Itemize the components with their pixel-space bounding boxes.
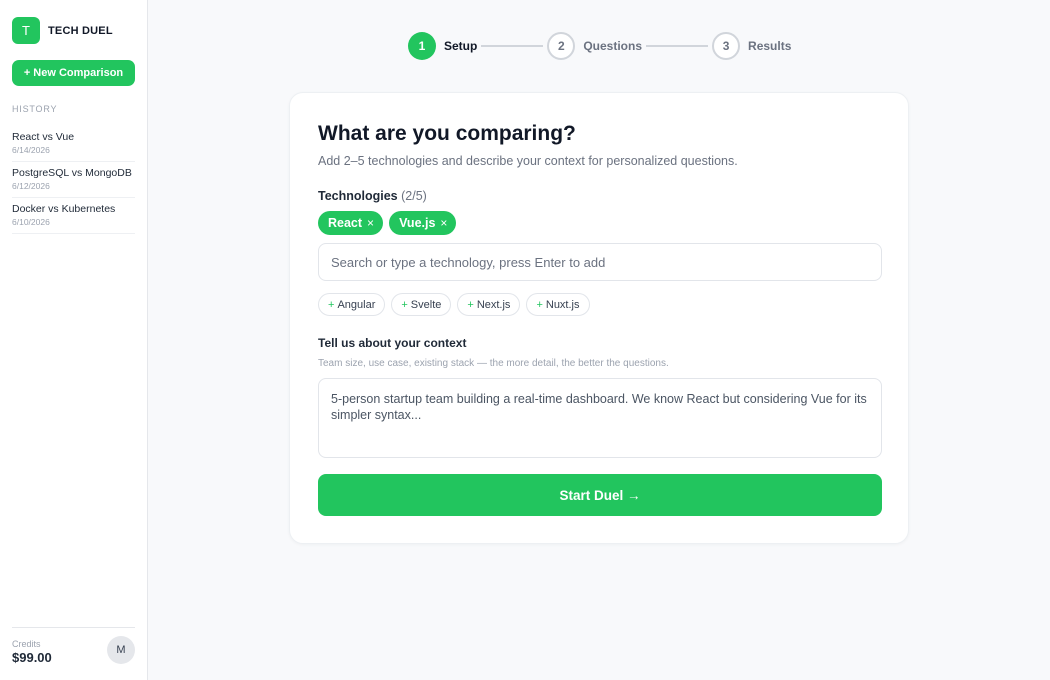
- suggestion-chip[interactable]: + Nuxt.js: [526, 293, 590, 316]
- step-label: Setup: [444, 39, 478, 53]
- technologies-label: Technologies (2/5): [318, 189, 427, 203]
- suggestion-chip[interactable]: + Next.js: [457, 293, 521, 316]
- history-item-date: 6/10/2026: [12, 217, 50, 227]
- start-duel-button[interactable]: Start Duel →: [318, 474, 882, 516]
- step-connector: [646, 45, 709, 47]
- suggestion-chip[interactable]: + Svelte: [391, 293, 452, 316]
- technology-search-input[interactable]: [318, 243, 882, 281]
- history-item-date: 6/12/2026: [12, 181, 50, 191]
- plus-icon: +: [401, 298, 408, 311]
- logo-icon: T: [12, 17, 40, 44]
- history-item-title: PostgreSQL vs MongoDB: [12, 167, 132, 179]
- tech-chip-label: React: [328, 216, 363, 230]
- suggestion-chip[interactable]: + Angular: [318, 293, 386, 316]
- close-icon[interactable]: ×: [367, 216, 374, 230]
- page-subtitle: Add 2–5 technologies and describe your c…: [318, 154, 738, 168]
- step-number: 2: [547, 32, 576, 60]
- avatar[interactable]: M: [107, 636, 135, 664]
- stepper: 1 Setup 2 Questions 3 Results: [408, 32, 791, 60]
- history-item-title: React vs Vue: [12, 131, 75, 143]
- suggestion-label: Svelte: [410, 298, 442, 311]
- new-comparison-button[interactable]: + New Comparison: [12, 60, 135, 86]
- step-number: 3: [712, 32, 741, 60]
- technologies-label-text: Technologies: [318, 189, 398, 203]
- context-help-text: Team size, use case, existing stack — th…: [318, 358, 669, 369]
- step-connector: [481, 45, 544, 47]
- app-name: TECH DUEL: [48, 24, 113, 37]
- context-label: Tell us about your context: [318, 336, 467, 350]
- plus-icon: +: [536, 298, 543, 311]
- sidebar-footer: Credits $99.00 M: [12, 627, 135, 680]
- context-textarea[interactable]: [318, 378, 882, 458]
- selected-technologies: React × Vue.js ×: [318, 211, 462, 235]
- history-item-date: 6/14/2026: [12, 145, 50, 155]
- plus-icon: +: [328, 298, 335, 311]
- history-list: React vs Vue 6/14/2026 PostgreSQL vs Mon…: [12, 126, 135, 234]
- step-number: 1: [408, 32, 436, 60]
- suggestions: + Angular + Svelte + Next.js + Nuxt.js: [318, 293, 596, 316]
- tech-chip: React ×: [318, 211, 384, 235]
- history-item[interactable]: PostgreSQL vs MongoDB 6/12/2026: [12, 162, 135, 198]
- step-label: Results: [748, 39, 792, 53]
- credits-value: $99.00: [12, 650, 52, 665]
- step-label: Questions: [583, 39, 643, 53]
- history-item-title: Docker vs Kubernetes: [12, 203, 116, 215]
- suggestion-label: Angular: [337, 298, 376, 311]
- step-results: 3 Results: [712, 32, 791, 60]
- history-heading: HISTORY: [12, 104, 58, 114]
- history-item[interactable]: Docker vs Kubernetes 6/10/2026: [12, 198, 135, 234]
- history-item[interactable]: React vs Vue 6/14/2026: [12, 126, 135, 162]
- brand[interactable]: T TECH DUEL: [12, 17, 113, 44]
- credits-label: Credits: [12, 639, 41, 649]
- tech-chip-label: Vue.js: [399, 216, 436, 230]
- step-questions: 2 Questions: [547, 32, 642, 60]
- technologies-count: (2/5): [401, 189, 427, 203]
- sidebar: T TECH DUEL + New Comparison HISTORY Rea…: [0, 0, 148, 680]
- setup-card: What are you comparing? Add 2–5 technolo…: [289, 92, 909, 544]
- suggestion-label: Next.js: [476, 298, 511, 311]
- plus-icon: +: [467, 298, 474, 311]
- suggestion-label: Nuxt.js: [545, 298, 580, 311]
- page-title: What are you comparing?: [318, 122, 576, 145]
- close-icon[interactable]: ×: [440, 216, 447, 230]
- tech-chip: Vue.js ×: [389, 211, 457, 235]
- step-setup: 1 Setup: [408, 32, 477, 60]
